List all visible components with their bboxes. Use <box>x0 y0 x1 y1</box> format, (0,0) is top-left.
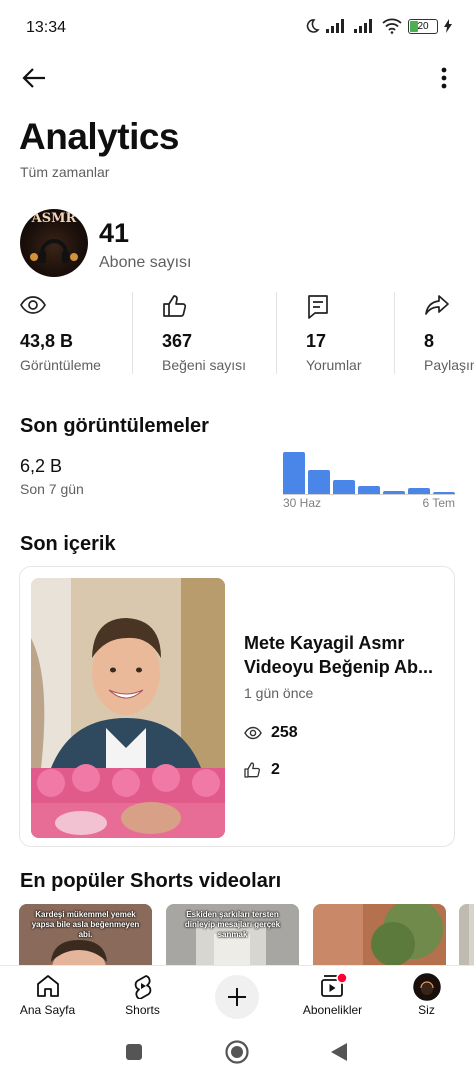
nav-shorts-label: Shorts <box>125 1003 160 1017</box>
subscriptions-icon <box>320 973 347 997</box>
stat-value: 367 <box>162 331 193 351</box>
home-circle-icon[interactable] <box>224 1039 250 1065</box>
notification-dot <box>335 973 347 984</box>
chart-baseline <box>283 494 455 495</box>
video-likes: 2 <box>244 761 280 779</box>
shorts-row: Kardeşi mükemmel yemek yapsa bile asla b… <box>19 904 474 966</box>
arrow-back-icon <box>22 68 45 88</box>
signal-icon-2 <box>354 19 372 33</box>
video-views: 258 <box>244 724 298 742</box>
recent-views-period: Son 7 gün <box>20 481 84 497</box>
nav-you[interactable]: Siz <box>379 966 474 1026</box>
bottom-navigation: Ana Sayfa Shorts Abonelikler Siz <box>0 965 474 1025</box>
stat-divider <box>276 292 277 374</box>
video-publish-time: 1 gün önce <box>244 685 314 701</box>
nav-subscriptions-label: Abonelikler <box>302 1003 363 1017</box>
views-bar-chart[interactable] <box>283 452 455 495</box>
recent-views-value: 6,2 B <box>20 456 63 476</box>
stats-row: 43,8 B Görüntüleme 367 Beğeni sayısı 17 … <box>0 292 474 376</box>
eye-icon <box>244 726 262 740</box>
status-bar: 13:34 20 <box>0 0 474 56</box>
battery-level: 20 <box>417 20 429 32</box>
page-title: Analytics <box>19 116 180 157</box>
system-navigation-bar <box>0 1025 474 1080</box>
popular-shorts-title: En popüler Shorts videoları <box>20 870 282 892</box>
recent-content-title: Son içerik <box>20 533 116 555</box>
create-button[interactable] <box>215 975 259 1019</box>
status-time: 13:34 <box>26 19 67 36</box>
chart-bar <box>433 491 455 494</box>
avatar-logo-text: ASMR <box>31 211 77 226</box>
thumbs-up-icon <box>163 295 187 317</box>
video-title[interactable]: Mete Kayagil Asmr Videoyu Beğenip Ab... <box>244 631 444 679</box>
chart-start-label: 30 Haz <box>283 496 322 510</box>
recent-content-card[interactable]: Mete Kayagil Asmr Videoyu Beğenip Ab... … <box>19 566 455 847</box>
recent-views-title: Son görüntülemeler <box>20 415 209 437</box>
video-title-line-2: Videoyu Beğenip Ab... <box>244 657 434 677</box>
chart-bar <box>333 479 355 494</box>
stat-label: Görüntüleme <box>20 357 101 373</box>
eye-icon <box>20 296 46 314</box>
nav-shorts[interactable]: Shorts <box>95 966 190 1026</box>
chart-bar <box>358 486 380 494</box>
stat-value: 8 <box>424 331 435 351</box>
stat-label: Yorumlar <box>306 357 362 373</box>
status-icons: 20 <box>304 18 452 34</box>
battery-icon: 20 <box>408 18 438 34</box>
page-subtitle: Tüm zamanlar <box>20 164 110 180</box>
nav-home[interactable]: Ana Sayfa <box>0 966 95 1026</box>
moon-icon <box>306 19 320 33</box>
top-bar <box>0 56 474 96</box>
stat-value: 17 <box>306 331 327 351</box>
short-thumbnail[interactable]: Eskiden şarkıları tersten dinleyip mesaj… <box>166 904 299 966</box>
subscriber-label: Abone sayısı <box>99 254 192 271</box>
stat-label: Beğeni sayısı <box>162 357 247 373</box>
short-thumbnail[interactable]: Kardeşi mükemmel yemek yapsa bile asla b… <box>19 904 152 966</box>
plus-icon <box>228 988 246 1006</box>
short-caption: Kardeşi mükemmel yemek yapsa bile asla b… <box>31 910 140 939</box>
chart-bar <box>308 469 330 494</box>
nav-home-label: Ana Sayfa <box>19 1003 76 1017</box>
thumbnail-image <box>31 578 225 838</box>
wifi-icon <box>382 18 402 34</box>
video-likes-count: 2 <box>271 761 280 778</box>
channel-avatar[interactable]: ASMR <box>20 209 88 277</box>
thumbs-up-icon <box>244 762 260 778</box>
profile-avatar-icon <box>412 973 441 1001</box>
recents-icon[interactable] <box>124 1042 144 1062</box>
stat-value: 43,8 B <box>20 331 74 351</box>
video-title-line-1: Mete Kayagil Asmr <box>244 633 405 653</box>
chart-end-label: 6 Tem <box>422 496 455 510</box>
chart-bar <box>408 487 430 494</box>
nav-you-label: Siz <box>418 1003 435 1017</box>
short-thumbnail[interactable] <box>459 904 474 966</box>
more-vert-icon <box>441 67 447 89</box>
back-button[interactable] <box>18 62 50 94</box>
comment-icon <box>308 295 328 319</box>
subscriber-count: 41 <box>99 218 130 248</box>
stat-divider <box>394 292 395 374</box>
nav-subscriptions[interactable]: Abonelikler <box>285 966 380 1026</box>
share-icon <box>425 295 449 315</box>
chart-bar <box>383 490 405 494</box>
short-thumbnail[interactable] <box>313 904 446 966</box>
chart-bar <box>283 452 305 494</box>
stat-label: Paylaşım <box>424 357 474 373</box>
more-options-button[interactable] <box>430 62 458 94</box>
shorts-icon <box>134 975 151 999</box>
home-icon <box>36 975 59 997</box>
short-caption: Eskiden şarkıları tersten dinleyip mesaj… <box>184 910 281 939</box>
video-thumbnail[interactable] <box>31 578 225 838</box>
signal-icon <box>326 19 344 33</box>
back-triangle-icon[interactable] <box>329 1041 349 1063</box>
video-views-count: 258 <box>271 724 298 741</box>
charging-icon <box>444 19 452 33</box>
stat-divider <box>132 292 133 374</box>
